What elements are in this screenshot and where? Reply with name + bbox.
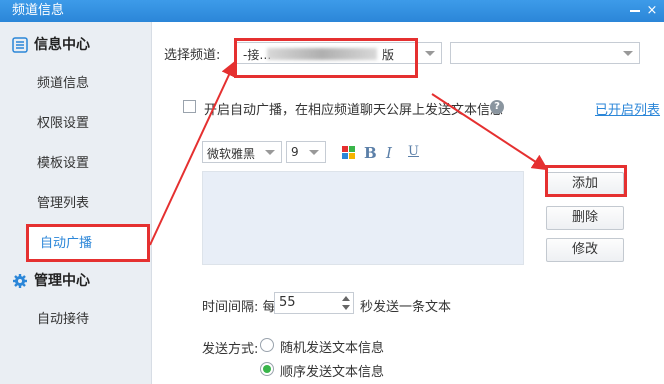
chevron-down-icon: [425, 51, 435, 56]
message-text-area[interactable]: [202, 171, 524, 265]
sidebar-item-auto-reception[interactable]: 自动接待: [0, 300, 151, 340]
interval-suffix: 秒发送一条文本: [360, 300, 452, 315]
delete-button[interactable]: 删除: [546, 206, 624, 230]
enable-broadcast-label: 开启自动广播，在相应频道聊天公屏上发送文本信息: [204, 103, 504, 118]
send-sequential-radio[interactable]: [260, 362, 274, 376]
list-icon: [12, 37, 28, 53]
annotation-box-channel: [234, 38, 418, 78]
sidebar-group-management[interactable]: 管理中心: [0, 262, 151, 300]
interval-value: 55: [279, 295, 296, 310]
sidebar-item-templates[interactable]: 模板设置: [0, 144, 151, 184]
subchannel-select[interactable]: [450, 42, 640, 64]
send-random-radio[interactable]: [260, 338, 274, 352]
sidebar-group-label: 信息中心: [34, 37, 90, 53]
sidebar-item-auto-broadcast[interactable]: 自动广播: [26, 224, 150, 262]
chevron-down-icon: [265, 150, 275, 155]
font-select[interactable]: 微软雅黑: [202, 141, 282, 163]
close-icon[interactable]: ×: [644, 0, 660, 22]
minimize-icon[interactable]: [630, 10, 640, 12]
title-bar: 频道信息 ×: [0, 0, 664, 22]
window-title: 频道信息: [12, 3, 65, 18]
send-sequential-label: 顺序发送文本信息: [280, 365, 385, 380]
color-palette-icon[interactable]: [342, 146, 356, 160]
help-icon[interactable]: ?: [490, 100, 504, 114]
font-select-value: 微软雅黑: [207, 147, 256, 161]
spinner-up-icon[interactable]: [342, 296, 350, 301]
modify-button[interactable]: 修改: [546, 238, 624, 262]
font-size-select[interactable]: 9: [286, 141, 326, 163]
select-channel-label: 选择频道:: [164, 48, 221, 63]
chevron-down-icon: [309, 150, 319, 155]
send-mode-label: 发送方式:: [202, 342, 259, 357]
spinner-down-icon[interactable]: [342, 305, 350, 310]
interval-label: 时间间隔: 每: [202, 300, 276, 315]
sidebar: 信息中心 频道信息 权限设置 模板设置 管理列表 自动广播 管理中心 自动接待: [0, 22, 152, 384]
interval-spinner[interactable]: 55: [274, 292, 354, 314]
annotation-box-add: [545, 165, 627, 197]
sidebar-group-info[interactable]: 信息中心: [0, 26, 151, 64]
main-panel: 选择频道: -接… 版 开启自动广播，在相应频道聊天公屏上发送文本信息 ? 已开…: [152, 22, 664, 384]
sidebar-item-permissions[interactable]: 权限设置: [0, 104, 151, 144]
chevron-down-icon: [623, 51, 633, 56]
enabled-list-link[interactable]: 已开启列表: [595, 99, 660, 118]
gear-icon: [13, 274, 27, 288]
sidebar-item-admin-list[interactable]: 管理列表: [0, 184, 151, 224]
send-random-label: 随机发送文本信息: [280, 341, 385, 356]
sidebar-item-channel-info[interactable]: 频道信息: [0, 64, 151, 104]
bold-icon[interactable]: B: [364, 144, 377, 162]
enable-broadcast-checkbox[interactable]: [183, 100, 196, 113]
italic-icon[interactable]: I: [386, 144, 392, 162]
font-size-value: 9: [291, 145, 299, 159]
sidebar-group-label: 管理中心: [34, 273, 90, 289]
underline-icon[interactable]: U: [408, 144, 419, 159]
